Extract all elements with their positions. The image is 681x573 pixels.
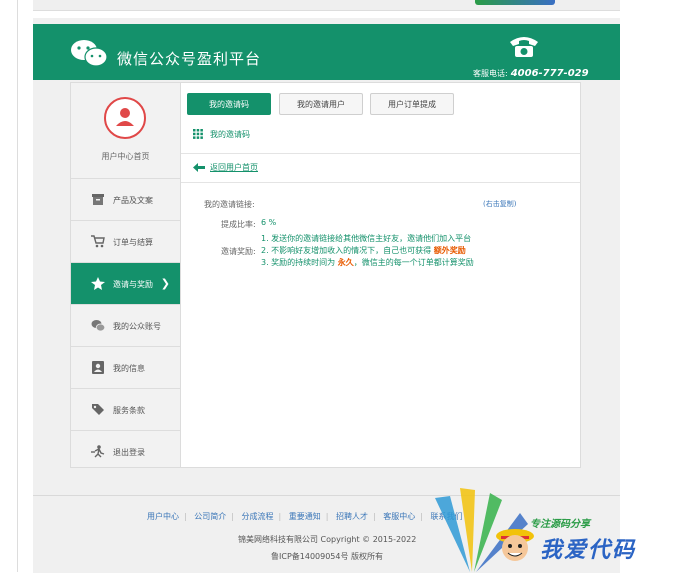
sidebar-item-label: 服务条款 xyxy=(113,406,145,415)
tag-icon xyxy=(92,404,104,415)
rule-3-text: 3. 奖励的持续时间为 xyxy=(261,258,336,267)
wechat-icon xyxy=(91,320,105,332)
footer-link-process[interactable]: 分成流程 xyxy=(242,512,274,521)
brand-title[interactable]: 微信公众号盈利平台 xyxy=(117,48,261,69)
site-header: 微信公众号盈利平台 客服电话: 4006-777-029 xyxy=(33,24,620,80)
footer-sep: | xyxy=(231,512,234,521)
footer-sep: | xyxy=(325,512,329,521)
rate-value: 6 % xyxy=(261,218,277,227)
footer-sep: | xyxy=(420,512,423,521)
hotline-label: 客服电话: xyxy=(473,69,508,78)
section-title: 我的邀请码 xyxy=(193,129,250,140)
footer-icp: 鲁ICP备14009054号 版权所有 xyxy=(271,552,384,561)
watermark-mascot-icon xyxy=(496,529,534,561)
sidebar-item-info[interactable]: 我的信息 xyxy=(71,346,180,388)
hotline: 客服电话: 4006-777-029 xyxy=(473,68,589,79)
telephone-icon xyxy=(510,37,538,57)
invite-link-label: 我的邀请链接: xyxy=(204,200,255,209)
footer-link-service[interactable]: 客服中心 xyxy=(383,512,415,521)
rule-2-highlight: 额外奖励 xyxy=(433,246,466,255)
watermark-tagline: 专注源码分享 xyxy=(530,519,590,530)
rule-3-highlight: 永久 xyxy=(337,258,354,267)
sidebar-item-label: 退出登录 xyxy=(113,448,145,457)
reward-label: 邀请奖励: xyxy=(221,247,256,256)
sidebar-item-terms[interactable]: 服务条款 xyxy=(71,388,180,430)
back-bar: 返回用户首页 xyxy=(181,153,580,183)
grid-icon xyxy=(193,129,203,139)
watermark-title: 我爱代码 xyxy=(540,538,637,563)
back-to-home-link[interactable]: 返回用户首页 xyxy=(210,162,258,173)
tab-user-order-commission[interactable]: 用户订单提成 xyxy=(370,93,454,115)
sidebar-item-accounts[interactable]: 我的公众账号 xyxy=(71,304,180,346)
footer-sep: | xyxy=(373,512,376,521)
footer-link-user-center[interactable]: 用户中心 xyxy=(147,512,179,521)
footer-link-about[interactable]: 公司简介 xyxy=(194,512,226,521)
copy-hint[interactable]: (右击复制) xyxy=(483,199,516,209)
arrow-left-icon[interactable] xyxy=(193,163,205,172)
rule-2-text: 2. 不影响好友增加收入的情况下，自己也可获得 xyxy=(261,246,432,255)
sidebar: 用户中心首页 产品及文案 订单与结算 邀请与奖励 ❯ 我的公众账号 我的信息 服… xyxy=(71,83,181,467)
rule-3: 3. 奖励的持续时间为 永久，微信主的每一个订单都计算奖励 xyxy=(261,257,474,269)
footer-nav: 用户中心| 公司简介| 分成流程| 重要通知| 招聘人才| 客服中心| 联系我们 xyxy=(147,511,463,522)
main-area: 我的邀请码 我的邀请用户 用户订单提成 我的邀请码 返回用户首页 我的邀请链接:… xyxy=(181,83,580,467)
cart-icon xyxy=(91,235,105,248)
footer-copyright: 锦美网络科技有限公司 Copyright © 2015-2022 xyxy=(238,535,417,544)
sidebar-item-label: 邀请与奖励 xyxy=(113,280,153,289)
sidebar-item-label: 订单与结算 xyxy=(113,238,153,247)
top-logo-fragment xyxy=(475,0,555,5)
sidebar-item-label: 产品及文案 xyxy=(113,196,153,205)
sidebar-item-label: 我的信息 xyxy=(113,364,145,373)
hotline-number: 4006-777-029 xyxy=(510,68,589,79)
sidebar-item-label: 我的公众账号 xyxy=(113,322,161,331)
contact-icon xyxy=(92,361,104,374)
rule-2: 2. 不影响好友增加收入的情况下，自己也可获得 额外奖励 xyxy=(261,245,474,257)
tab-my-invited-users[interactable]: 我的邀请用户 xyxy=(279,93,363,115)
page-edge-line xyxy=(17,0,18,572)
wechat-logo-icon[interactable] xyxy=(69,38,111,68)
sidebar-menu: 产品及文案 订单与结算 邀请与奖励 ❯ 我的公众账号 我的信息 服务条款 退出登… xyxy=(71,178,180,472)
star-icon xyxy=(91,277,105,290)
box-icon xyxy=(92,194,104,205)
rate-label: 提成比率: xyxy=(221,220,256,229)
footer-sep: | xyxy=(184,512,187,521)
reward-rules: 1. 发送你的邀请链接给其他微信主好友，邀请他们加入平台 2. 不影响好友增加收… xyxy=(261,233,474,269)
previous-page-strip xyxy=(33,0,620,11)
rule-3-text-end: ，微信主的每一个订单都计算奖励 xyxy=(353,258,474,267)
sidebar-item-products[interactable]: 产品及文案 xyxy=(71,178,180,220)
sidebar-item-invite[interactable]: 邀请与奖励 ❯ xyxy=(71,262,180,304)
exit-icon xyxy=(91,445,105,458)
rule-1: 1. 发送你的邀请链接给其他微信主好友，邀请他们加入平台 xyxy=(261,234,472,243)
footer-sep: | xyxy=(278,512,282,521)
section-title-text: 我的邀请码 xyxy=(210,130,250,139)
footer-link-jobs[interactable]: 招聘人才 xyxy=(336,512,368,521)
avatar[interactable] xyxy=(104,97,146,139)
tab-my-invite-code[interactable]: 我的邀请码 xyxy=(187,93,271,115)
content-panel: 用户中心首页 产品及文案 订单与结算 邀请与奖励 ❯ 我的公众账号 我的信息 服… xyxy=(70,82,581,468)
footer-link-notice[interactable]: 重要通知 xyxy=(289,512,321,521)
chevron-right-icon: ❯ xyxy=(160,277,170,290)
user-center-link[interactable]: 用户中心首页 xyxy=(71,151,180,162)
user-icon xyxy=(116,108,134,126)
sidebar-item-logout[interactable]: 退出登录 xyxy=(71,430,180,472)
sidebar-item-orders[interactable]: 订单与结算 xyxy=(71,220,180,262)
